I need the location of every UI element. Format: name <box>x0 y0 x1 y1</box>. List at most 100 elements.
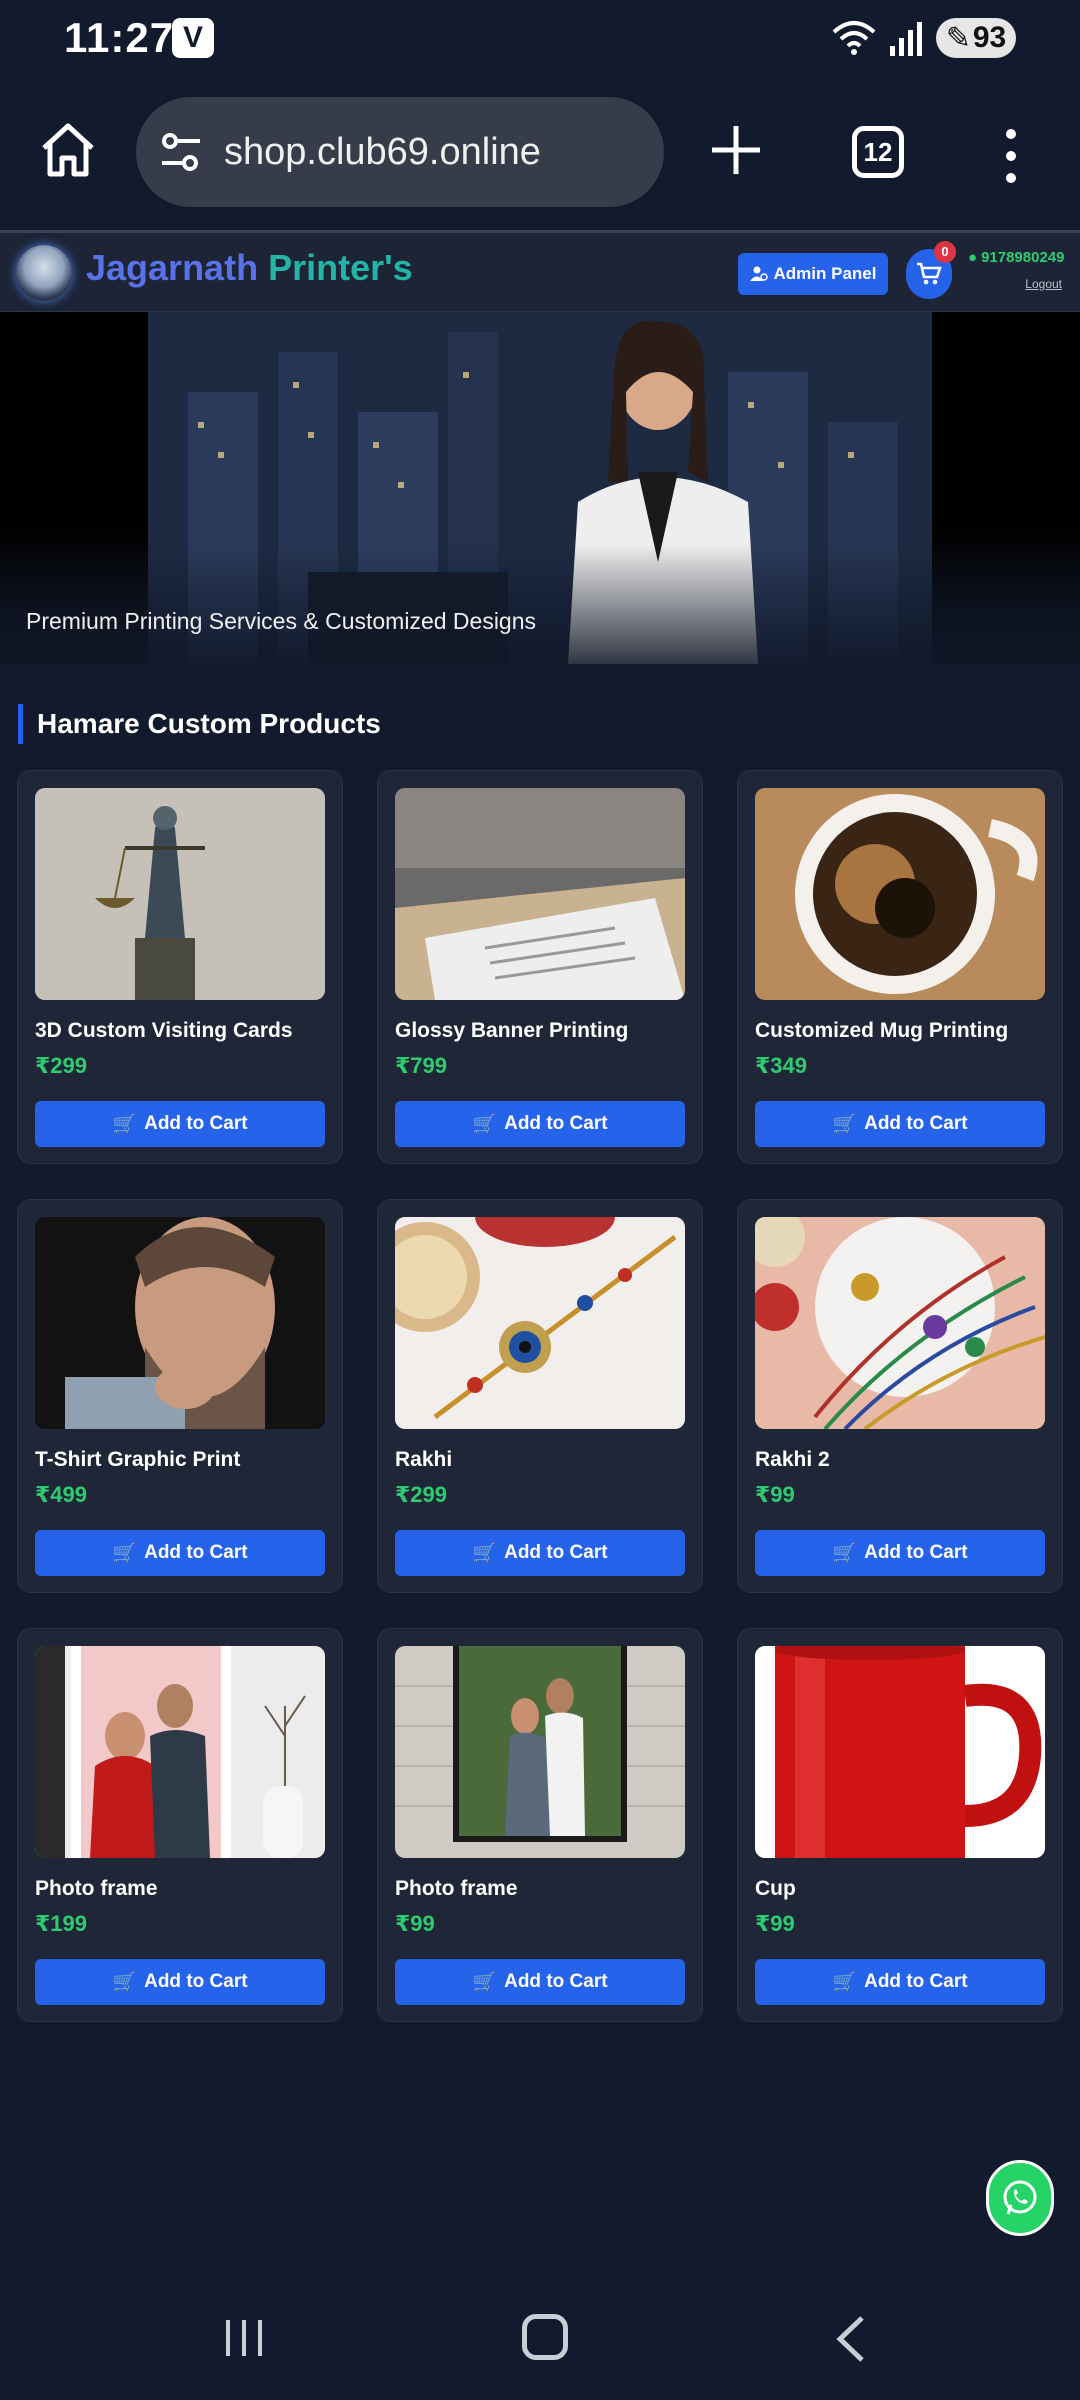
status-bar: 11:27 V ✎ 93 <box>0 0 1080 80</box>
product-image[interactable] <box>35 1646 325 1858</box>
site-header: Jagarnath Printer's Admin Panel 0 ● 9178… <box>0 230 1080 312</box>
add-to-cart-label: Add to Cart <box>864 1542 968 1563</box>
product-card[interactable]: Rakhi ₹299 🛒 Add to Cart <box>377 1199 703 1593</box>
cart-icon: 🛒 <box>112 1114 137 1135</box>
wifi-icon <box>832 21 876 55</box>
product-name[interactable]: Rakhi 2 <box>755 1448 830 1472</box>
add-to-cart-label: Add to Cart <box>504 1113 608 1134</box>
product-card[interactable]: Cup ₹99 🛒 Add to Cart <box>737 1628 1063 2022</box>
tab-switcher-button[interactable]: 12 <box>852 126 904 178</box>
product-image[interactable] <box>35 788 325 1000</box>
system-home-icon[interactable] <box>522 2314 568 2360</box>
cart-icon <box>917 262 942 285</box>
product-card[interactable]: Customized Mug Printing ₹349 🛒 Add to Ca… <box>737 770 1063 1164</box>
admin-panel-button[interactable]: Admin Panel <box>738 253 888 295</box>
product-price: ₹99 <box>755 1482 795 1507</box>
address-bar[interactable]: shop.club69.online <box>136 97 664 207</box>
battery-level: 93 <box>972 21 1007 54</box>
add-to-cart-label: Add to Cart <box>864 1971 968 1992</box>
add-to-cart-button[interactable]: 🛒 Add to Cart <box>395 1101 685 1147</box>
product-image[interactable] <box>755 1217 1045 1429</box>
cart-icon: 🛒 <box>472 1114 497 1135</box>
hero-overlay <box>0 544 1080 664</box>
brand-name[interactable]: Jagarnath Printer's <box>86 247 413 289</box>
add-to-cart-label: Add to Cart <box>144 1113 248 1134</box>
product-card[interactable]: Rakhi 2 ₹99 🛒 Add to Cart <box>737 1199 1063 1593</box>
product-name[interactable]: 3D Custom Visiting Cards <box>35 1019 293 1043</box>
status-icons: ✎ 93 <box>832 18 1016 58</box>
add-to-cart-button[interactable]: 🛒 Add to Cart <box>35 1959 325 2005</box>
product-price: ₹299 <box>395 1482 448 1507</box>
product-image[interactable] <box>755 1646 1045 1858</box>
product-image[interactable] <box>395 1217 685 1429</box>
cart-icon: 🛒 <box>472 1543 497 1564</box>
product-card[interactable]: Photo frame ₹199 🛒 Add to Cart <box>17 1628 343 2022</box>
product-image[interactable] <box>755 788 1045 1000</box>
more-menu-icon[interactable] <box>996 126 1026 186</box>
product-card[interactable]: Photo frame ₹99 🛒 Add to Cart <box>377 1628 703 2022</box>
add-to-cart-button[interactable]: 🛒 Add to Cart <box>395 1959 685 2005</box>
product-price: ₹299 <box>35 1053 88 1078</box>
product-price: ₹799 <box>395 1053 448 1078</box>
signal-icon <box>890 22 922 56</box>
user-icon: ● <box>968 249 978 266</box>
system-navigation-bar <box>0 2270 1080 2400</box>
app-notification-icon: V <box>172 18 214 58</box>
brand-name-part2: Printer's <box>268 247 413 288</box>
product-image[interactable] <box>395 1646 685 1858</box>
add-to-cart-button[interactable]: 🛒 Add to Cart <box>755 1101 1045 1147</box>
product-card[interactable]: Glossy Banner Printing ₹799 🛒 Add to Car… <box>377 770 703 1164</box>
logout-link[interactable]: Logout <box>1025 277 1062 291</box>
cart-icon: 🛒 <box>112 1972 137 1993</box>
url-text[interactable]: shop.club69.online <box>224 131 541 174</box>
product-name[interactable]: Customized Mug Printing <box>755 1019 1008 1043</box>
product-name[interactable]: Photo frame <box>35 1877 158 1901</box>
product-card[interactable]: T-Shirt Graphic Print ₹499 🛒 Add to Cart <box>17 1199 343 1593</box>
product-price: ₹349 <box>755 1053 808 1078</box>
site-settings-icon[interactable] <box>158 129 204 175</box>
recent-apps-icon[interactable] <box>222 2316 266 2360</box>
cart-icon: 🛒 <box>832 1114 857 1135</box>
add-to-cart-label: Add to Cart <box>864 1113 968 1134</box>
site-logo[interactable] <box>16 245 72 301</box>
battery-saver-icon: ✎ <box>945 21 971 55</box>
product-price: ₹99 <box>755 1911 795 1936</box>
browser-toolbar: shop.club69.online 12 <box>0 80 1080 230</box>
product-price: ₹499 <box>35 1482 88 1507</box>
whatsapp-button[interactable] <box>986 2160 1054 2236</box>
cart-icon: 🛒 <box>472 1972 497 1993</box>
add-to-cart-button[interactable]: 🛒 Add to Cart <box>755 1959 1045 2005</box>
cart-icon: 🛒 <box>112 1543 137 1564</box>
hero-banner: Premium Printing Services & Customized D… <box>0 312 1080 664</box>
product-name[interactable]: Photo frame <box>395 1877 518 1901</box>
product-card[interactable]: 3D Custom Visiting Cards ₹299 🛒 Add to C… <box>17 770 343 1164</box>
product-name[interactable]: Rakhi <box>395 1448 452 1472</box>
battery-indicator: ✎ 93 <box>936 18 1016 58</box>
product-image[interactable] <box>395 788 685 1000</box>
product-name[interactable]: T-Shirt Graphic Print <box>35 1448 240 1472</box>
cart-icon: 🛒 <box>832 1972 857 1993</box>
whatsapp-icon <box>1003 2180 1037 2215</box>
section-title: Hamare Custom Products <box>18 704 381 744</box>
home-icon[interactable] <box>38 120 98 180</box>
add-to-cart-button[interactable]: 🛒 Add to Cart <box>395 1530 685 1576</box>
cart-icon: 🛒 <box>832 1543 857 1564</box>
add-to-cart-button[interactable]: 🛒 Add to Cart <box>755 1530 1045 1576</box>
cart-count-badge: 0 <box>934 241 956 263</box>
hero-caption: Premium Printing Services & Customized D… <box>26 608 537 634</box>
add-to-cart-button[interactable]: 🛒 Add to Cart <box>35 1530 325 1576</box>
brand-name-part1: Jagarnath <box>86 247 269 288</box>
phone-contact[interactable]: ● 9178980249 <box>968 249 1065 266</box>
product-price: ₹99 <box>395 1911 435 1936</box>
new-tab-icon[interactable] <box>708 122 764 178</box>
back-icon[interactable] <box>830 2314 870 2364</box>
add-to-cart-button[interactable]: 🛒 Add to Cart <box>35 1101 325 1147</box>
product-name[interactable]: Cup <box>755 1877 796 1901</box>
add-to-cart-label: Add to Cart <box>504 1971 608 1992</box>
add-to-cart-label: Add to Cart <box>504 1542 608 1563</box>
product-image[interactable] <box>35 1217 325 1429</box>
product-name[interactable]: Glossy Banner Printing <box>395 1019 628 1043</box>
add-to-cart-label: Add to Cart <box>144 1971 248 1992</box>
status-time: 11:27 <box>64 14 175 61</box>
admin-panel-label: Admin Panel <box>773 264 877 283</box>
